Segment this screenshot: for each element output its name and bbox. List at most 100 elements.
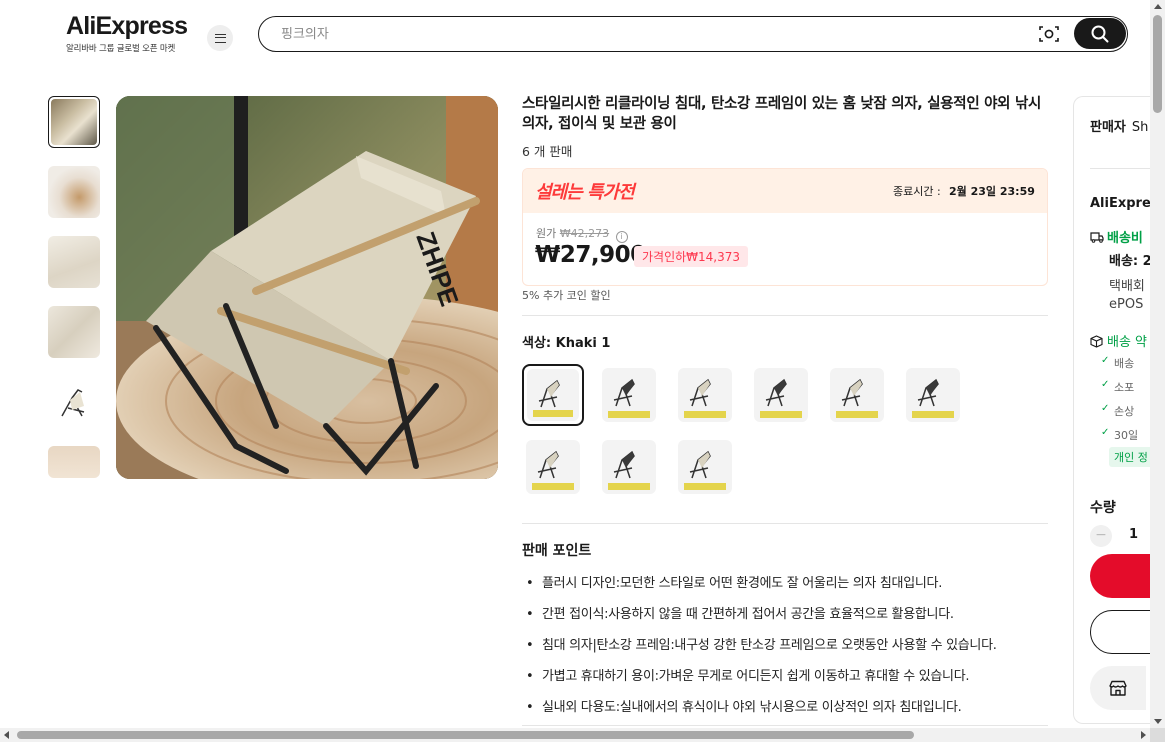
- color-label: 색상: Khaki 1: [522, 336, 611, 351]
- thumbnail-2[interactable]: [48, 166, 100, 218]
- swatch-image: [678, 368, 732, 422]
- logo-text: AliExpress: [66, 12, 188, 40]
- chair-thumbnail-icon: [917, 378, 939, 407]
- divider: [522, 315, 1048, 316]
- thumbnail-4[interactable]: [48, 306, 100, 358]
- vertical-scrollbar[interactable]: [1150, 0, 1165, 728]
- swatch-image: [678, 440, 732, 494]
- aliexpress-logo[interactable]: AliExpress 알리바바 그룹 글로벌 오픈 마켓: [66, 12, 188, 54]
- chair-thumbnail-icon: [537, 450, 559, 479]
- color-swatch[interactable]: [522, 436, 584, 498]
- vertical-scroll-thumb[interactable]: [1153, 15, 1162, 113]
- chair-thumbnail-icon: [538, 379, 560, 408]
- quantity-value[interactable]: 1: [1129, 527, 1138, 542]
- divider: [522, 725, 1048, 726]
- swatch-image: [830, 368, 884, 422]
- scroll-right-icon[interactable]: [1141, 731, 1146, 739]
- promise-item: 손상: [1101, 403, 1134, 419]
- quantity-decrease-button[interactable]: −: [1090, 525, 1112, 547]
- promise-item: 소포: [1101, 379, 1134, 395]
- swatch-label-bar: [608, 411, 650, 418]
- chair-thumbnail-icon: [689, 378, 711, 407]
- color-swatch[interactable]: [674, 436, 736, 498]
- package-icon: [1090, 335, 1103, 348]
- deal-end-value: 2월 23일 23:59: [949, 185, 1035, 198]
- selling-points-list: 플러시 디자인:모던한 스타일로 어떤 환경에도 잘 어울리는 의자 침대입니다…: [526, 568, 1056, 723]
- color-swatch[interactable]: [902, 364, 964, 426]
- shipping-fee-label: 배송비: [1107, 231, 1143, 246]
- swatch-label-bar: [684, 411, 726, 418]
- swatch-label-bar: [684, 483, 726, 490]
- logo-subtitle: 알리바바 그룹 글로벌 오픈 마켓: [66, 44, 176, 54]
- deal-header: 설레는 특가전 종료시간 : 2월 23일 23:59: [523, 169, 1047, 213]
- deal-box: 설레는 특가전 종료시간 : 2월 23일 23:59 원가 ₩42,273 i…: [522, 168, 1048, 286]
- selling-point: 침대 의자|탄소강 프레임:내구성 강한 탄소강 프레임으로 오랫동안 사용할 …: [526, 630, 1056, 661]
- swatch-image: [602, 368, 656, 422]
- selling-points-title: 판매 포인트: [522, 543, 592, 559]
- courier-label: 택배회: [1109, 279, 1145, 294]
- divider: [522, 523, 1048, 524]
- thumbnail-5[interactable]: [48, 376, 100, 428]
- chair-thumbnail-icon: [689, 450, 711, 479]
- search-input[interactable]: [281, 24, 1021, 44]
- thumbnail-3[interactable]: [48, 236, 100, 288]
- swatch-image: [754, 368, 808, 422]
- privacy-badge: 개인 정: [1109, 447, 1153, 467]
- selling-point: 실내외 다용도:실내에서의 휴식이나 야외 낚시용으로 이상적인 의자 침대입니…: [526, 692, 1056, 723]
- color-swatch[interactable]: [750, 364, 812, 426]
- courier-name: ePOS: [1109, 297, 1144, 312]
- store-icon: [1109, 680, 1127, 696]
- menu-button[interactable]: [207, 25, 233, 51]
- swatch-label-bar: [533, 410, 573, 417]
- horizontal-scroll-thumb[interactable]: [17, 731, 914, 739]
- sold-count: 6 개 판매: [522, 144, 573, 159]
- chair-thumbnail-icon: [613, 378, 635, 407]
- color-swatch[interactable]: [522, 364, 584, 426]
- color-swatch[interactable]: [674, 364, 736, 426]
- search-button[interactable]: [1074, 18, 1126, 49]
- color-swatch[interactable]: [598, 436, 660, 498]
- quantity-label: 수량: [1090, 500, 1116, 516]
- sale-price: ₩27,900: [535, 242, 646, 268]
- search-icon: [1091, 25, 1109, 42]
- swatch-label-bar: [608, 483, 650, 490]
- thumbnail-list: [48, 96, 102, 496]
- color-swatches: [522, 364, 1032, 498]
- thumbnail-1[interactable]: [48, 96, 100, 148]
- seller-row[interactable]: 판매자 Sh: [1090, 116, 1148, 135]
- chair-thumbnail-icon: [613, 450, 635, 479]
- product-photo: ZHIPE: [116, 96, 498, 479]
- product-title: 스타일리시한 리클라이닝 침대, 탄소강 프레임이 있는 홈 낮잠 의자, 실용…: [522, 96, 1042, 132]
- selling-point: 간편 접이식:사용하지 않을 때 간편하게 접어서 공간을 효율적으로 활용합니…: [526, 599, 1056, 630]
- delivery-promise[interactable]: 배송 약: [1090, 331, 1147, 350]
- delivery-promise-label: 배송 약: [1107, 335, 1148, 350]
- thumbnail-6[interactable]: [48, 446, 100, 478]
- promise-item: 30일: [1101, 427, 1138, 443]
- shipping-date: 배송: 2: [1109, 254, 1152, 269]
- main-product-image[interactable]: ZHIPE: [116, 96, 498, 479]
- aliexpress-label: AliExpres: [1090, 196, 1159, 211]
- scrollbar-corner: [1150, 728, 1165, 742]
- scroll-down-icon[interactable]: [1154, 719, 1162, 724]
- deal-end-label: 종료시간 :: [893, 185, 941, 198]
- horizontal-scrollbar[interactable]: [0, 728, 1150, 742]
- seller-label: 판매자: [1090, 120, 1126, 135]
- swatch-label-bar: [760, 411, 802, 418]
- promise-item: 배송: [1101, 355, 1134, 371]
- scroll-left-icon[interactable]: [4, 731, 9, 739]
- color-swatch[interactable]: [598, 364, 660, 426]
- swatch-image: [527, 369, 579, 421]
- swatch-image: [602, 440, 656, 494]
- store-button[interactable]: [1090, 666, 1146, 710]
- original-price: 원가 ₩42,273 i: [536, 225, 628, 243]
- scroll-up-icon[interactable]: [1154, 4, 1162, 9]
- color-swatch[interactable]: [826, 364, 888, 426]
- image-search-icon[interactable]: [1039, 25, 1059, 43]
- swatch-label-bar: [912, 411, 954, 418]
- discount-badge: 가격인하₩14,373: [634, 246, 749, 267]
- shipping-fee: 배송비: [1090, 227, 1143, 246]
- chair-thumbnail-icon: [841, 378, 863, 407]
- hamburger-icon: [214, 33, 226, 43]
- selling-point: 플러시 디자인:모던한 스타일로 어떤 환경에도 잘 어울리는 의자 침대입니다…: [526, 568, 1056, 599]
- original-price-value: ₩42,273: [559, 227, 610, 240]
